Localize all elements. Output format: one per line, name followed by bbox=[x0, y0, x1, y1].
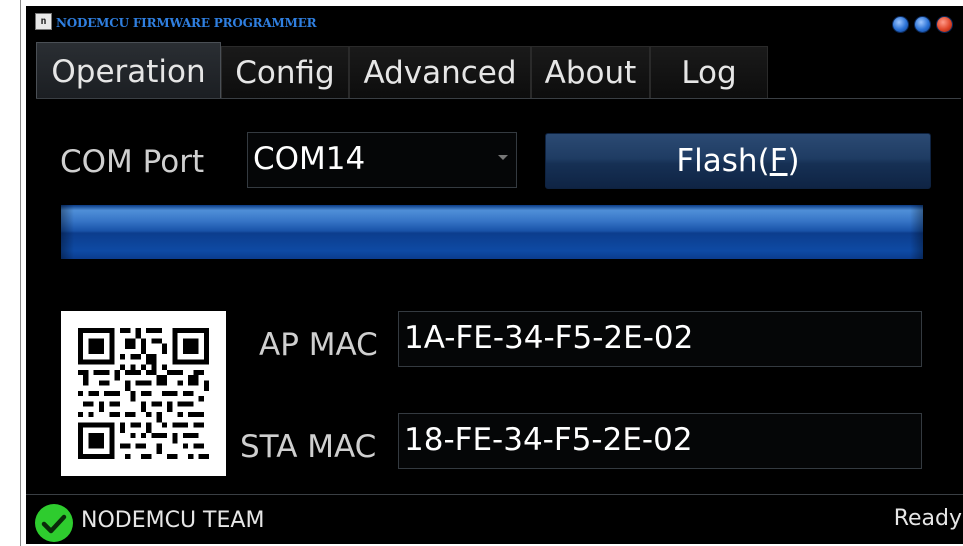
qr-code-graphic bbox=[78, 328, 209, 459]
window-title: NODEMCU FIRMWARE PROGRAMMER bbox=[56, 16, 317, 30]
sta-mac-label: STA MAC bbox=[240, 429, 377, 465]
left-frame-line bbox=[20, 0, 21, 546]
title-bar[interactable]: n NODEMCU FIRMWARE PROGRAMMER bbox=[26, 6, 963, 40]
status-state: Ready bbox=[893, 506, 962, 531]
flash-progress-bar bbox=[61, 205, 923, 259]
minimize-icon[interactable] bbox=[892, 16, 909, 33]
ap-mac-label: AP MAC bbox=[259, 327, 378, 363]
tab-advanced[interactable]: Advanced bbox=[349, 46, 531, 98]
chevron-down-icon[interactable] bbox=[498, 155, 508, 160]
ap-mac-value: 1A-FE-34-F5-2E-02 bbox=[404, 320, 694, 356]
com-port-label: COM Port bbox=[60, 144, 205, 180]
check-circle-graphic bbox=[35, 504, 73, 542]
flash-button-label: Flash( bbox=[676, 143, 770, 179]
status-team-label: NODEMCU TEAM bbox=[81, 508, 265, 533]
app-window: n NODEMCU FIRMWARE PROGRAMMER Operation … bbox=[26, 6, 963, 544]
check-circle-icon bbox=[34, 503, 74, 544]
com-port-select[interactable]: COM14 bbox=[247, 132, 517, 188]
tab-operation[interactable]: Operation bbox=[36, 42, 221, 99]
flash-button[interactable]: Flash(F) bbox=[545, 133, 931, 189]
programmer-app-icon[interactable]: n bbox=[35, 13, 52, 30]
close-icon[interactable] bbox=[936, 16, 953, 33]
sta-mac-value: 18-FE-34-F5-2E-02 bbox=[404, 422, 693, 458]
ap-mac-field[interactable]: 1A-FE-34-F5-2E-02 bbox=[398, 311, 922, 367]
tab-about[interactable]: About bbox=[531, 46, 650, 98]
com-port-value: COM14 bbox=[253, 141, 366, 177]
operation-panel: COM Port COM14 Flash(F) AP MAC 1A-FE-34-… bbox=[36, 98, 961, 494]
flash-button-label-end: ) bbox=[787, 143, 800, 179]
tab-log[interactable]: Log bbox=[650, 46, 768, 98]
maximize-icon[interactable] bbox=[914, 16, 931, 33]
qr-code-icon bbox=[61, 311, 226, 476]
flash-button-mnemonic: F bbox=[769, 143, 788, 179]
status-bar: NODEMCU TEAM Ready bbox=[26, 494, 963, 544]
sta-mac-field[interactable]: 18-FE-34-F5-2E-02 bbox=[398, 413, 922, 469]
tab-config[interactable]: Config bbox=[221, 46, 349, 98]
